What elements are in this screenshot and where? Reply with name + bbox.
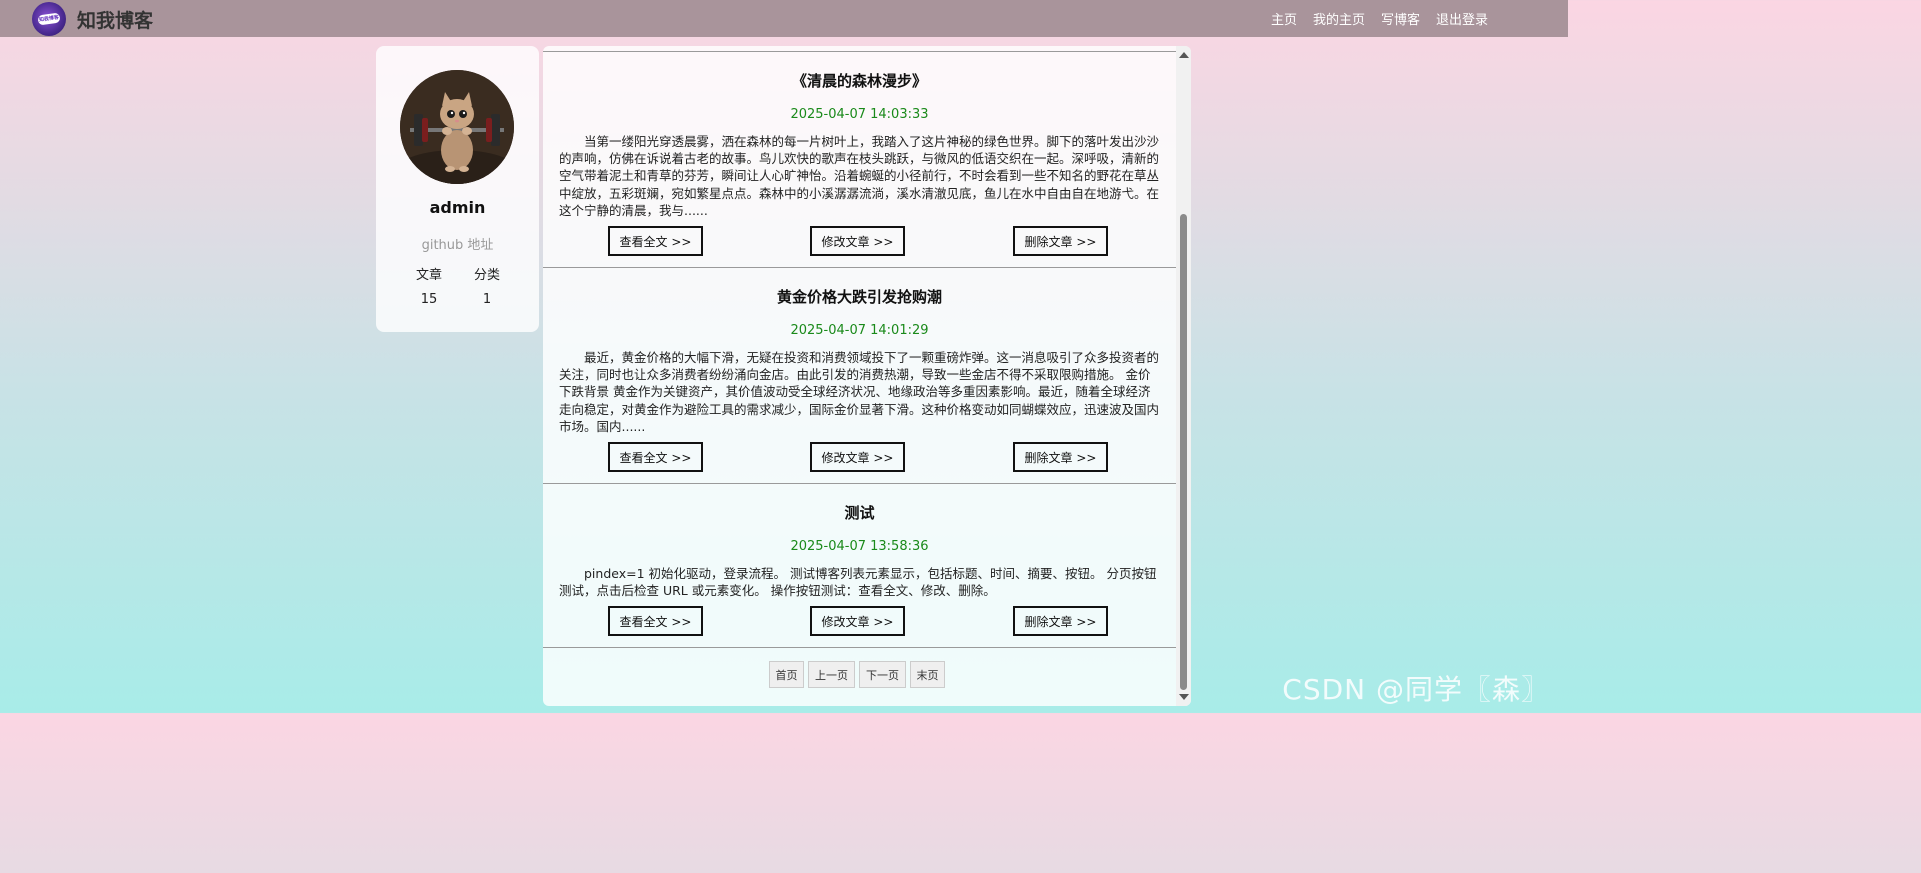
article-date: 2025-04-07 14:03:33 bbox=[790, 107, 929, 122]
blog-list: 《清晨的森林漫步》 2025-04-07 14:03:33 当第一缕阳光穿透晨雾… bbox=[543, 46, 1176, 706]
nav-links: 主页 我的主页 写博客 退出登录 bbox=[1271, 9, 1488, 28]
scroll-up-arrow-icon[interactable] bbox=[1179, 52, 1189, 58]
scroll-down-arrow-icon[interactable] bbox=[1179, 694, 1189, 700]
scroll-thumb[interactable] bbox=[1180, 214, 1187, 690]
avatar bbox=[400, 70, 514, 184]
article-summary: 最近，黄金价格的大幅下滑，无疑在投资和消费领域投下了一颗重磅炸弹。这一消息吸引了… bbox=[559, 350, 1160, 434]
logo-mark: 知我博客 bbox=[37, 12, 61, 26]
view-full-button[interactable]: 查看全文 >> bbox=[608, 226, 703, 256]
article-divider bbox=[543, 483, 1176, 484]
stat-categories-value: 1 bbox=[482, 292, 492, 307]
profile-stats: 文章 15 分类 1 bbox=[416, 264, 500, 307]
stat-articles-label: 文章 bbox=[416, 268, 443, 283]
vertical-scrollbar[interactable] bbox=[1176, 46, 1191, 706]
nav-link-home[interactable]: 主页 bbox=[1271, 9, 1297, 28]
edit-article-button[interactable]: 修改文章 >> bbox=[810, 226, 905, 256]
edit-article-button[interactable]: 修改文章 >> bbox=[810, 606, 905, 636]
delete-article-button[interactable]: 删除文章 >> bbox=[1013, 442, 1108, 472]
stat-categories-label: 分类 bbox=[473, 268, 500, 283]
article-divider bbox=[543, 647, 1176, 648]
next-page-button[interactable]: 下一页 bbox=[859, 661, 906, 688]
nav-link-logout[interactable]: 退出登录 bbox=[1436, 9, 1488, 28]
article-summary: 当第一缕阳光穿透晨雾，洒在森林的每一片树叶上，我踏入了这片神秘的绿色世界。脚下的… bbox=[559, 134, 1160, 218]
article-divider bbox=[543, 267, 1176, 268]
stat-categories: 分类 1 bbox=[474, 264, 500, 307]
nav-link-write-blog[interactable]: 写博客 bbox=[1381, 9, 1420, 28]
list-top-divider bbox=[543, 51, 1176, 52]
first-page-button[interactable]: 首页 bbox=[769, 661, 804, 688]
site-logo[interactable]: 知我博客 bbox=[32, 2, 66, 36]
view-full-button[interactable]: 查看全文 >> bbox=[608, 442, 703, 472]
delete-article-button[interactable]: 删除文章 >> bbox=[1013, 606, 1108, 636]
article-date: 2025-04-07 14:01:29 bbox=[790, 323, 929, 338]
avatar-kitten-image bbox=[400, 70, 514, 184]
article-title[interactable]: 测试 bbox=[543, 502, 1176, 523]
article-date: 2025-04-07 13:58:36 bbox=[790, 539, 929, 554]
site-brand-title: 知我博客 bbox=[77, 10, 154, 32]
delete-article-button[interactable]: 删除文章 >> bbox=[1013, 226, 1108, 256]
pagination: 首页 上一页 下一页 末页 bbox=[769, 661, 945, 688]
profile-username: admin bbox=[429, 198, 486, 217]
last-page-button[interactable]: 末页 bbox=[910, 661, 945, 688]
article-title[interactable]: 《清晨的森林漫步》 bbox=[543, 70, 1176, 91]
article-title[interactable]: 黄金价格大跌引发抢购潮 bbox=[543, 286, 1176, 307]
view-full-button[interactable]: 查看全文 >> bbox=[608, 606, 703, 636]
edit-article-button[interactable]: 修改文章 >> bbox=[810, 442, 905, 472]
article-summary: pindex=1 初始化驱动，登录流程。 测试博客列表元素显示，包括标题、时间、… bbox=[559, 566, 1157, 599]
github-link[interactable]: github 地址 bbox=[376, 234, 539, 253]
nav-link-my-home[interactable]: 我的主页 bbox=[1313, 9, 1365, 28]
stat-articles-value: 15 bbox=[420, 292, 438, 307]
profile-card: admin github 地址 文章 15 分类 1 bbox=[376, 46, 539, 332]
blog-list-panel: 《清晨的森林漫步》 2025-04-07 14:03:33 当第一缕阳光穿透晨雾… bbox=[543, 46, 1191, 706]
watermark: CSDN @同学〖森〗 bbox=[1282, 673, 1550, 706]
prev-page-button[interactable]: 上一页 bbox=[808, 661, 855, 688]
stat-articles: 文章 15 bbox=[416, 264, 442, 307]
top-nav-bar: 知我博客 知我博客 主页 我的主页 写博客 退出登录 bbox=[0, 0, 1568, 37]
